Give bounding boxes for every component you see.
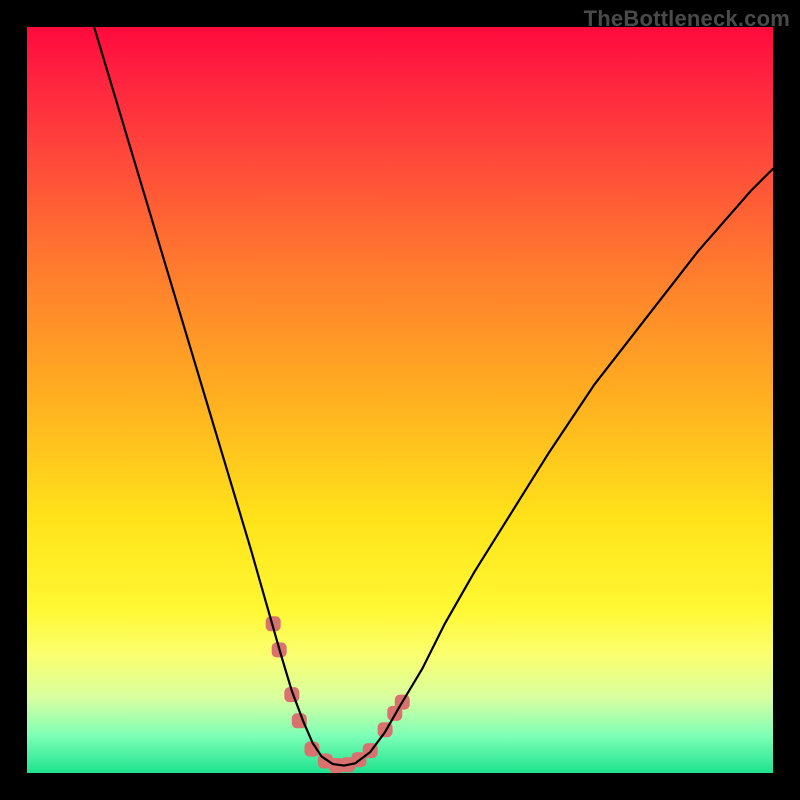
watermark-text: TheBottleneck.com: [584, 6, 790, 32]
chart-overlay-svg: [27, 27, 773, 773]
marker-group: [266, 616, 410, 773]
bottleneck-curve: [94, 27, 773, 766]
plot-area: [27, 27, 773, 773]
chart-container: TheBottleneck.com: [0, 0, 800, 800]
